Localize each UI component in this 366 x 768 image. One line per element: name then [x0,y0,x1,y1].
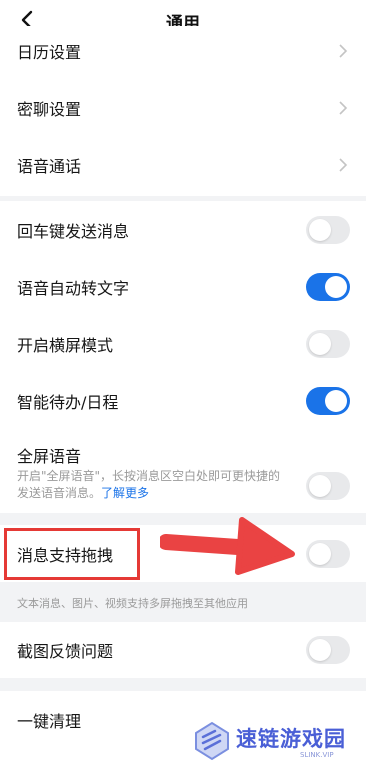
toggle-knob [309,475,331,497]
row-label: 回车键发送消息 [17,221,130,241]
voice-to-text-row: 语音自动转文字 [0,258,366,315]
chevron-right-icon [339,43,348,58]
screenshot-feedback-row: 截图反馈问题 [0,622,366,678]
fullscreen-voice-toggle[interactable] [306,472,350,500]
voice-call-row[interactable]: 语音通话 [0,136,366,193]
highlight-box [4,528,140,580]
row-label: 开启横屏模式 [17,335,114,355]
toggle-knob [325,389,347,412]
calendar-settings-row[interactable]: 日历设置 [0,22,366,79]
learn-more-link[interactable]: 了解更多 [101,486,149,500]
chevron-right-icon [339,157,348,172]
toggle-knob [309,332,331,355]
smart-todo-toggle[interactable] [306,386,350,415]
row-label: 截图反馈问题 [17,642,114,661]
fullscreen-voice-description: 开启"全屏语音"，长按消息区空白处即可更快捷的发送语音消息。了解更多 [17,469,281,500]
row-label: 智能待办/日程 [17,392,119,412]
secret-chat-settings-row[interactable]: 密聊设置 [0,79,366,136]
toggle-knob [325,275,347,298]
toggle-knob [309,218,331,241]
message-drag-hint: 文本消息、图片、视频支持多屏拖拽至其他应用 [17,597,248,610]
toggle-knob [309,542,331,565]
red-arrow-icon [160,517,295,575]
settings-group-links: 日历设置 密聊设置 语音通话 [0,26,366,196]
landscape-mode-row: 开启横屏模式 [0,315,366,372]
watermark-logo-icon [195,721,229,761]
row-label: 全屏语音 [17,447,82,466]
chevron-right-icon [339,100,348,115]
row-label: 密聊设置 [17,99,82,119]
row-label: 一键清理 [17,711,82,731]
settings-group-toggles: 回车键发送消息 语音自动转文字 开启横屏模式 智能待办/日程 全屏语音 开启"全… [0,201,366,513]
watermark-text: 速链游戏园 [236,727,346,751]
voice-to-text-toggle[interactable] [306,272,350,301]
watermark-subtext: SLINK.VIP [300,751,334,759]
smart-todo-row: 智能待办/日程 [0,372,366,429]
toggle-knob [309,639,331,661]
landscape-mode-toggle[interactable] [306,329,350,358]
screenshot-feedback-toggle[interactable] [306,636,350,664]
enter-to-send-toggle[interactable] [306,215,350,244]
fullscreen-voice-row: 全屏语音 开启"全屏语音"，长按消息区空白处即可更快捷的发送语音消息。了解更多 [0,429,366,513]
message-drag-toggle[interactable] [306,539,350,568]
site-watermark: 速链游戏园 SLINK.VIP [190,715,366,768]
row-label: 日历设置 [17,42,82,62]
settings-group-feedback: 截图反馈问题 [0,622,366,678]
enter-to-send-row: 回车键发送消息 [0,201,366,258]
row-label: 语音通话 [17,156,82,176]
row-label: 语音自动转文字 [17,278,130,298]
